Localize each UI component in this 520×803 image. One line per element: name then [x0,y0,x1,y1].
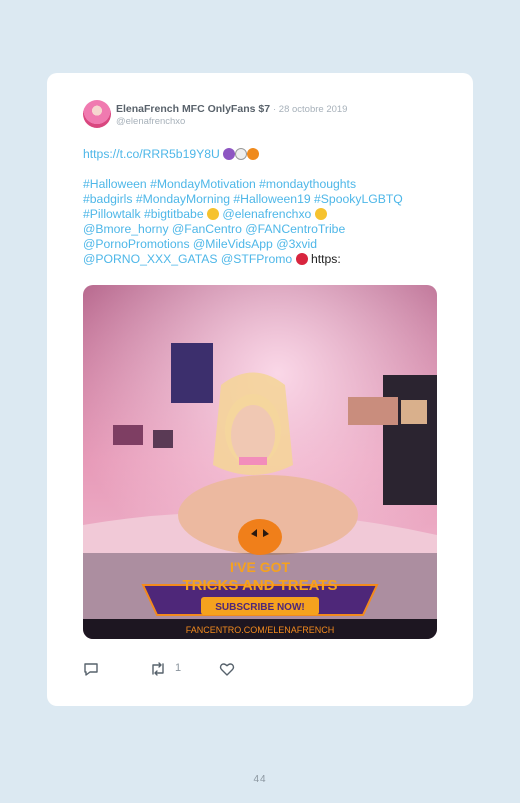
banner-line2: TRICKS AND TREATS [183,577,338,594]
retweet-icon[interactable] [149,661,167,677]
page-number: 44 [253,774,267,785]
hashtag-line[interactable]: #badgirls #MondayMorning #Halloween19 #S… [83,192,443,207]
devil-emoji [223,148,236,160]
author-line: ElenaFrench MFC OnlyFans $7 · 28 octobre… [116,103,348,115]
ghost-emoji [235,148,248,160]
tweet-text: https://t.co/RRR5b19Y8U #Halloween #Mond… [83,147,443,267]
star-eyes-emoji [207,208,219,220]
banner-line1: I'VE GOT [230,559,291,575]
mention-line[interactable]: @PORNO_XXX_GATAS @STFPromo [83,252,292,266]
tweet-card: ElenaFrench MFC OnlyFans $7 · 28 octobre… [47,73,473,706]
author-handle[interactable]: @elenafrenchxo [116,116,185,127]
tweet-link[interactable]: https://t.co/RRR5b19Y8U [83,147,220,161]
truncated-link[interactable]: https: [311,252,341,266]
media-image: I'VE GOT TRICKS AND TREATS SUBSCRIBE NOW… [83,285,437,639]
mention-line[interactable]: @PornoPromotions @MileVidsApp @3xvid [83,237,443,252]
mention-line[interactable]: @Bmore_horny @FanCentro @FANCentroTribe [83,222,443,237]
hashtag-line[interactable]: #Pillowtalk #bigtitbabe [83,207,204,221]
hashtag-line[interactable]: #Halloween #MondayMotivation #mondaythou… [83,177,443,192]
mention[interactable]: @elenafrenchxo [222,207,311,221]
star-eyes-emoji [314,208,327,220]
banner-cta: SUBSCRIBE NOW! [215,602,304,613]
kiss-emoji [295,253,308,265]
pumpkin-emoji [247,148,260,160]
avatar[interactable] [83,100,111,128]
retweet-count: 1 [175,662,182,674]
tweet-media[interactable]: I'VE GOT TRICKS AND TREATS SUBSCRIBE NOW… [83,285,437,639]
tweet-actions: 1 [83,661,443,681]
like-icon[interactable] [219,661,235,677]
tweet-date[interactable]: 28 octobre 2019 [279,104,348,115]
reply-icon[interactable] [83,661,99,677]
banner-url: FANCENTRO.COM/ELENAFRENCH [186,625,335,635]
author-name[interactable]: ElenaFrench MFC OnlyFans $7 [116,103,270,115]
